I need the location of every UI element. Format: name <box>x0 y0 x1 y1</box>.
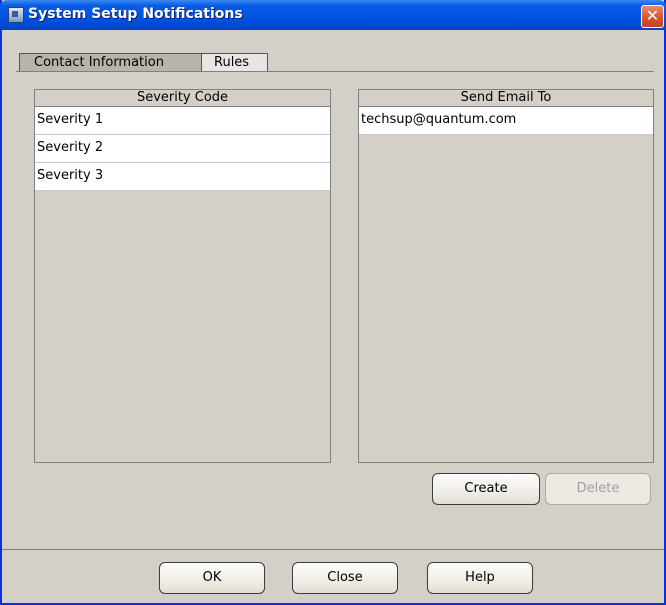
severity-row[interactable]: Severity 2 <box>35 135 330 163</box>
create-button[interactable]: Create <box>432 473 540 505</box>
send-email-header: Send Email To <box>359 90 653 107</box>
tab-divider <box>16 71 654 72</box>
dialog-window: System Setup Notifications ✕ Contact Inf… <box>0 0 666 605</box>
help-button[interactable]: Help <box>427 562 533 594</box>
tab-contact-information[interactable]: Contact Information <box>19 53 213 71</box>
ok-button[interactable]: OK <box>159 562 265 594</box>
severity-code-table: Severity Code Severity 1 Severity 2 Seve… <box>34 89 331 463</box>
app-icon <box>8 7 24 23</box>
severity-row[interactable]: Severity 3 <box>35 163 330 191</box>
tab-rules[interactable]: Rules <box>201 53 268 71</box>
close-icon: ✕ <box>645 6 660 25</box>
window-title: System Setup Notifications <box>28 6 243 22</box>
close-button[interactable]: Close <box>292 562 398 594</box>
close-window-button[interactable]: ✕ <box>641 5 664 28</box>
footer-divider <box>2 549 664 550</box>
title-bar[interactable]: System Setup Notifications ✕ <box>0 0 666 30</box>
delete-button[interactable]: Delete <box>545 473 651 505</box>
send-email-table: Send Email To techsup@quantum.com <box>358 89 654 463</box>
email-row[interactable]: techsup@quantum.com <box>359 107 653 135</box>
severity-code-header: Severity Code <box>35 90 330 107</box>
severity-row[interactable]: Severity 1 <box>35 107 330 135</box>
